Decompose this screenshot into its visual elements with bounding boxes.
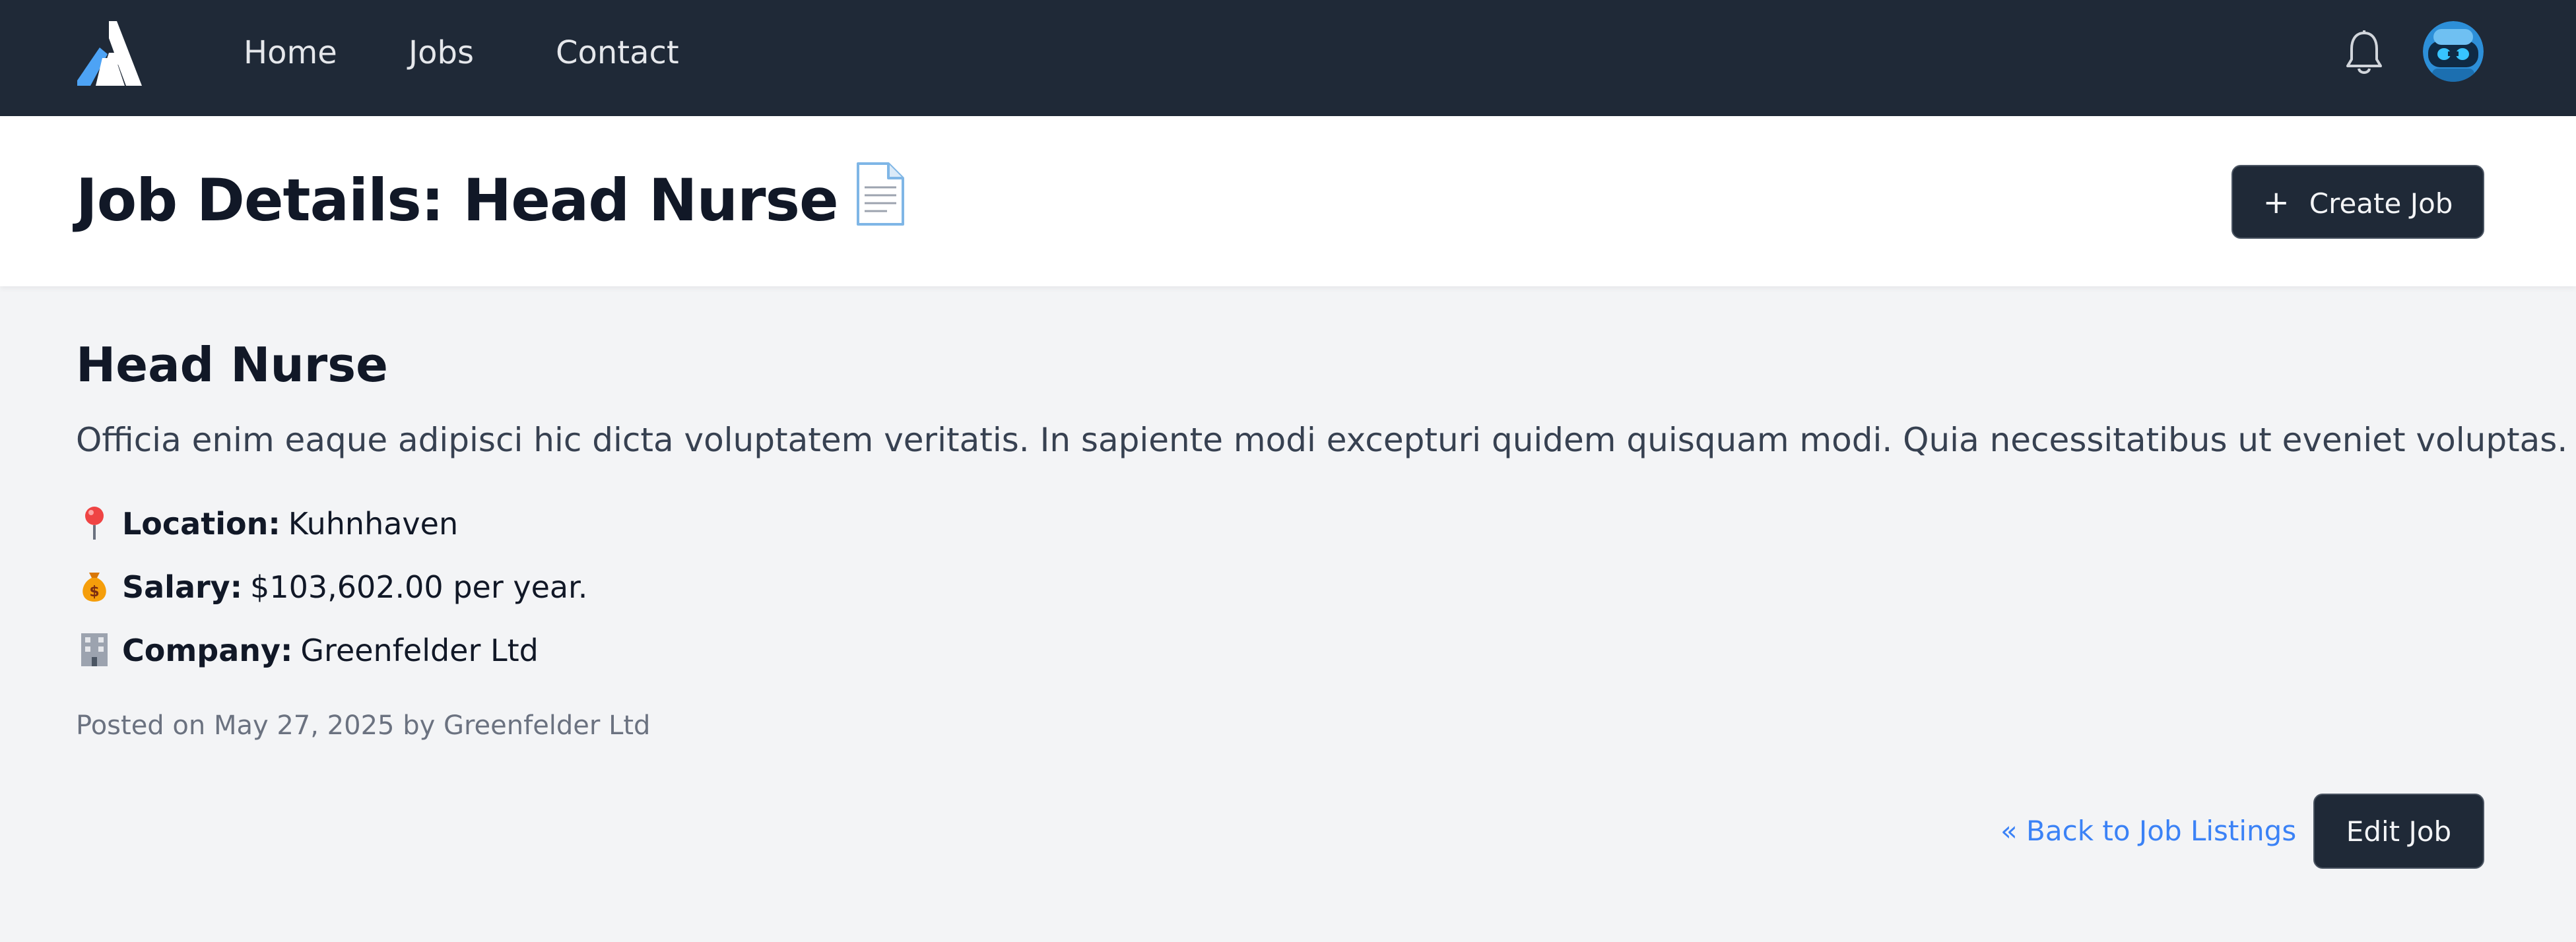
salary-value: $103,602.00 per year. (250, 569, 588, 605)
create-job-label: Create Job (2309, 187, 2453, 220)
nav-link-jobs[interactable]: Jobs (409, 32, 474, 74)
page-title-text: Job Details: Head Nurse (76, 166, 839, 234)
job-location: Location: Kuhnhaven (76, 503, 458, 545)
robot-avatar-icon (2423, 21, 2484, 82)
bell-icon[interactable] (2345, 29, 2383, 77)
office-building-icon (81, 633, 108, 666)
back-to-listings-link[interactable]: « Back to Job Listings (2000, 813, 2296, 850)
create-job-button[interactable]: + Create Job (2231, 165, 2484, 239)
svg-text:$: $ (89, 584, 99, 600)
company-value: Greenfelder Ltd (300, 633, 539, 668)
top-navbar: Home Jobs Contact (0, 0, 2576, 116)
job-title: Head Nurse (76, 337, 388, 392)
job-description: Officia enim eaque adipisci hic dicta vo… (76, 421, 2568, 459)
pin-icon (85, 507, 104, 540)
money-bag-icon: $ (83, 573, 106, 602)
brand-logo-icon[interactable] (76, 21, 142, 86)
location-value: Kuhnhaven (288, 506, 459, 542)
job-company: Company: Greenfelder Ltd (76, 629, 539, 672)
avatar[interactable] (2423, 21, 2484, 82)
edit-job-button[interactable]: Edit Job (2313, 794, 2484, 869)
company-label: Company: (122, 633, 293, 668)
posted-info: Posted on May 27, 2025 by Greenfelder Lt… (76, 710, 651, 741)
page-header: Job Details: Head Nurse + Create Job (0, 116, 2576, 286)
plus-icon: + (2262, 184, 2290, 221)
document-icon (856, 162, 904, 226)
job-salary: $ Salary: $103,602.00 per year. (76, 566, 587, 608)
salary-label: Salary: (122, 569, 243, 605)
nav-link-home[interactable]: Home (244, 32, 337, 74)
nav-link-contact[interactable]: Contact (556, 32, 679, 74)
location-label: Location: (122, 506, 281, 542)
page-title: Job Details: Head Nurse (76, 161, 907, 240)
